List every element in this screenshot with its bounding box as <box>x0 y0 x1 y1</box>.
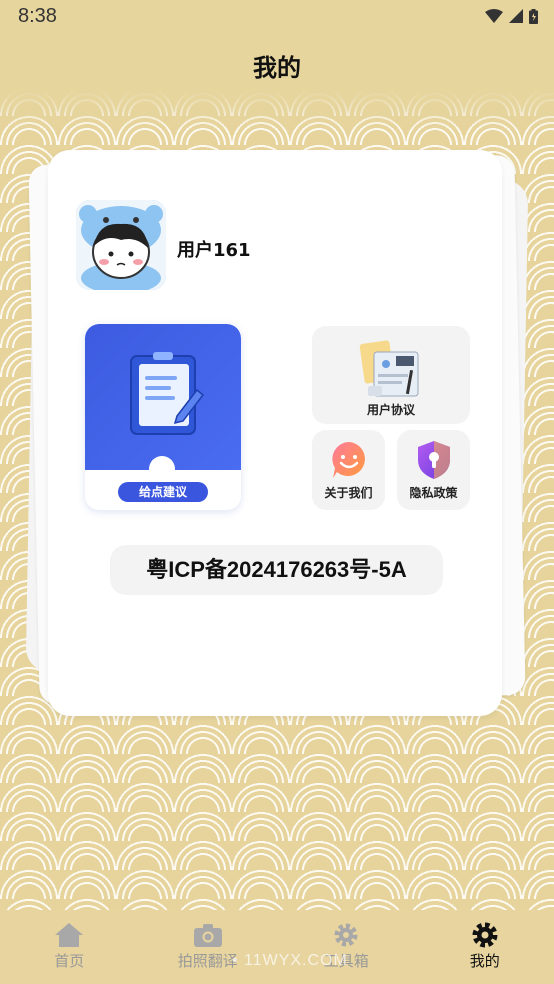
clipboard-icon <box>130 352 205 435</box>
feedback-card[interactable]: 给点建议 <box>85 324 241 510</box>
privacy-policy-tile[interactable]: 隐私政策 <box>397 430 470 510</box>
shield-icon <box>418 441 450 479</box>
nav-mine-label: 我的 <box>469 952 500 970</box>
agreement-icon <box>359 340 419 397</box>
battery-icon <box>529 8 538 24</box>
status-bar: 8:38 <box>0 0 554 32</box>
watermark: • 11WYX.COM <box>232 952 348 969</box>
status-time: 8:38 <box>18 4 57 27</box>
icp-record: 粤ICP备2024176263号-5A <box>110 545 443 595</box>
nav-mine[interactable]: 我的 <box>416 910 554 984</box>
status-icons <box>485 8 538 24</box>
nav-home[interactable]: 首页 <box>0 910 139 984</box>
home-icon <box>55 923 84 947</box>
user-agreement-label: 用户协议 <box>366 403 415 417</box>
nav-photo-translate[interactable]: 拍照翻译 <box>139 910 278 984</box>
wifi-icon <box>485 9 503 23</box>
feedback-button[interactable]: 给点建议 <box>118 482 208 502</box>
about-us-label: 关于我们 <box>324 486 373 500</box>
settings-icon <box>472 922 498 948</box>
about-us-tile[interactable]: 关于我们 <box>312 430 385 510</box>
user-agreement-tile[interactable]: 用户协议 <box>312 326 470 424</box>
page-title: 我的 <box>253 54 301 82</box>
bottom-nav: 首页 拍照翻译 工具箱 我的 <box>0 910 554 984</box>
nav-toolbox[interactable]: 工具箱 <box>277 910 416 984</box>
nav-photo-translate-label: 拍照翻译 <box>177 952 238 970</box>
username: 用户161 <box>177 240 251 261</box>
gear-icon <box>334 923 358 947</box>
feedback-banner <box>85 324 241 470</box>
nav-home-label: 首页 <box>54 952 85 970</box>
signal-icon <box>509 9 523 23</box>
avatar[interactable] <box>76 200 166 290</box>
privacy-policy-label: 隐私政策 <box>409 486 458 500</box>
feedback-notch <box>149 456 175 482</box>
smile-icon <box>332 442 365 478</box>
avatar-image <box>76 200 166 290</box>
camera-icon <box>193 924 222 947</box>
